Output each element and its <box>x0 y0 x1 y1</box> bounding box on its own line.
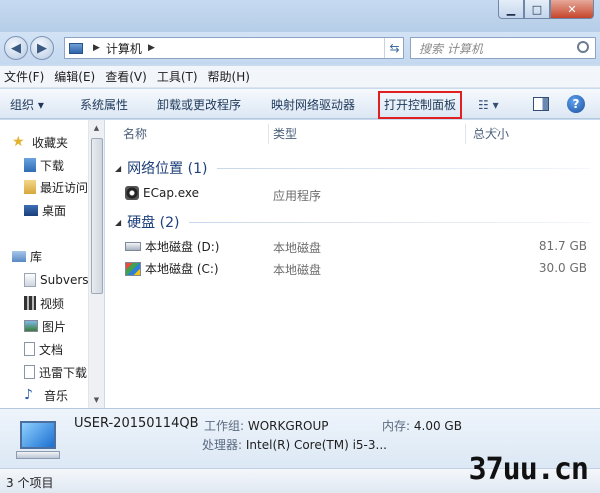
item-count: 3 个项目 <box>6 476 54 490</box>
breadcrumb-computer[interactable]: 计算机 <box>106 40 142 57</box>
document-library-icon <box>24 273 36 287</box>
collapse-triangle-icon[interactable]: ◢ <box>115 164 121 173</box>
navigation-bar: ◀ ▶ ▶ 计算机 ▶ ⇆ 搜索 计算机 <box>0 32 600 64</box>
menu-help[interactable]: 帮助(H) <box>204 68 256 85</box>
breadcrumb-chevron-icon[interactable]: ▶ <box>93 43 100 53</box>
memory-info: 内存: 4.00 GB <box>382 419 462 433</box>
change-view-icon[interactable]: ☷ ▾ <box>478 98 499 112</box>
file-list: ︿ 名称 类型 总大小 ◢ 网络位置 (1) ECap.exe 应用程序 ◢ 硬… <box>105 120 600 408</box>
sidebar-item-libraries[interactable]: 库 <box>12 246 42 266</box>
library-icon <box>12 250 26 262</box>
list-item[interactable]: 本地磁盘 (D:) 本地磁盘 81.7 GB <box>105 236 600 256</box>
breadcrumb-chevron-icon[interactable]: ▶ <box>148 43 155 53</box>
recent-places-icon <box>24 180 36 194</box>
drive-size: 81.7 GB <box>538 239 587 253</box>
navigation-pane-scrollbar[interactable]: ▲ ▼ <box>88 120 104 408</box>
document-icon <box>24 342 35 356</box>
download-folder-icon <box>24 158 36 172</box>
column-header-type[interactable]: 类型 <box>273 125 297 142</box>
computer-icon <box>69 42 83 54</box>
column-divider[interactable] <box>268 124 269 144</box>
title-bar: ▁ □ ✕ <box>0 0 600 32</box>
group-header-hard-disks[interactable]: ◢ 硬盘 (2) <box>115 212 179 232</box>
minimize-icon: ▁ <box>506 2 516 16</box>
uninstall-program-button[interactable]: 卸载或更改程序 <box>157 96 241 113</box>
search-input[interactable]: 搜索 计算机 <box>410 37 596 59</box>
download-library-icon <box>24 365 35 379</box>
picture-library-icon <box>24 320 38 332</box>
group-header-network[interactable]: ◢ 网络位置 (1) <box>115 158 207 178</box>
scroll-up-icon[interactable]: ▲ <box>89 120 104 136</box>
address-bar[interactable]: ▶ 计算机 ▶ <box>64 37 404 59</box>
sidebar-item-videos[interactable]: 视频 <box>24 293 64 313</box>
sidebar-item-documents[interactable]: 文档 <box>24 339 63 359</box>
menu-tools[interactable]: 工具(T) <box>153 68 204 85</box>
sidebar-item-music[interactable]: ♪ 音乐 <box>24 385 68 405</box>
back-button[interactable]: ◀ <box>4 36 28 60</box>
search-icon[interactable] <box>577 41 589 53</box>
processor-info: 处理器: Intel(R) Core(TM) i5-3... <box>202 438 387 452</box>
refresh-icon: ⇆ <box>389 41 400 55</box>
camera-app-icon <box>125 186 139 200</box>
menu-file[interactable]: 文件(F) <box>0 68 50 85</box>
drive-name: 本地磁盘 (D:) <box>125 238 219 255</box>
scroll-down-icon[interactable]: ▼ <box>89 392 104 408</box>
sidebar-item-downloads[interactable]: 下载 <box>24 155 64 175</box>
minimize-button[interactable]: ▁ <box>498 0 524 19</box>
list-item[interactable]: ECap.exe 应用程序 <box>105 184 600 204</box>
drive-name: 本地磁盘 (C:) <box>125 260 219 277</box>
map-network-drive-button[interactable]: 映射网络驱动器 <box>271 96 355 113</box>
column-header-name[interactable]: 名称 <box>123 125 147 142</box>
file-type: 应用程序 <box>273 189 322 203</box>
star-icon: ★ <box>12 134 25 150</box>
search-placeholder: 搜索 计算机 <box>419 41 483 56</box>
system-properties-button[interactable]: 系统属性 <box>80 96 128 113</box>
help-icon[interactable]: ? <box>567 95 585 113</box>
forward-button[interactable]: ▶ <box>30 36 54 60</box>
menu-edit[interactable]: 编辑(E) <box>50 68 101 85</box>
preview-pane-icon[interactable] <box>533 97 549 111</box>
refresh-button[interactable]: ⇆ <box>384 38 404 58</box>
sidebar-item-pictures[interactable]: 图片 <box>24 316 66 336</box>
site-watermark: 37uu.cn <box>468 452 589 487</box>
list-item[interactable]: 本地磁盘 (C:) 本地磁盘 30.0 GB <box>105 258 600 278</box>
collapse-triangle-icon[interactable]: ◢ <box>115 218 121 227</box>
hard-drive-icon <box>125 242 141 251</box>
computer-monitor-icon <box>12 417 60 461</box>
command-bar: 组织 ▾ 系统属性 卸载或更改程序 映射网络驱动器 打开控制面板 ☷ ▾ ? <box>0 89 600 119</box>
close-button[interactable]: ✕ <box>550 0 594 19</box>
drive-type: 本地磁盘 <box>273 263 322 277</box>
sidebar-item-recent[interactable]: 最近访问 <box>24 177 88 197</box>
workgroup-info: 工作组: WORKGROUP <box>204 419 329 433</box>
back-arrow-icon: ◀ <box>11 40 21 56</box>
menu-view[interactable]: 查看(V) <box>101 68 153 85</box>
sidebar-item-desktop[interactable]: 桌面 <box>24 200 66 220</box>
column-divider[interactable] <box>465 124 466 144</box>
desktop-icon <box>24 204 38 216</box>
scrollbar-thumb[interactable] <box>91 138 103 294</box>
sidebar-item-favorites[interactable]: ★ 收藏夹 <box>12 132 68 152</box>
open-control-panel-button[interactable]: 打开控制面板 <box>378 91 463 119</box>
forward-arrow-icon: ▶ <box>37 40 47 56</box>
video-library-icon <box>24 296 36 310</box>
music-note-icon: ♪ <box>24 387 33 403</box>
maximize-icon: □ <box>531 2 543 16</box>
drive-type: 本地磁盘 <box>273 241 322 255</box>
drive-size: 30.0 GB <box>538 261 587 275</box>
computer-name: USER-20150114QB <box>74 416 199 431</box>
maximize-button[interactable]: □ <box>524 0 550 19</box>
sidebar-item-xunlei-downloads[interactable]: 迅雷下载 <box>24 362 87 382</box>
column-header-total-size[interactable]: 总大小 <box>473 125 509 142</box>
file-name: ECap.exe <box>125 186 199 200</box>
group-divider <box>189 222 590 223</box>
system-drive-icon <box>125 261 141 276</box>
close-icon: ✕ <box>567 2 577 16</box>
window-controls: ▁ □ ✕ <box>498 0 594 19</box>
group-divider <box>217 168 590 169</box>
organize-button[interactable]: 组织 ▾ <box>10 96 44 113</box>
menu-bar: 文件(F) 编辑(E) 查看(V) 工具(T) 帮助(H) <box>0 66 600 88</box>
